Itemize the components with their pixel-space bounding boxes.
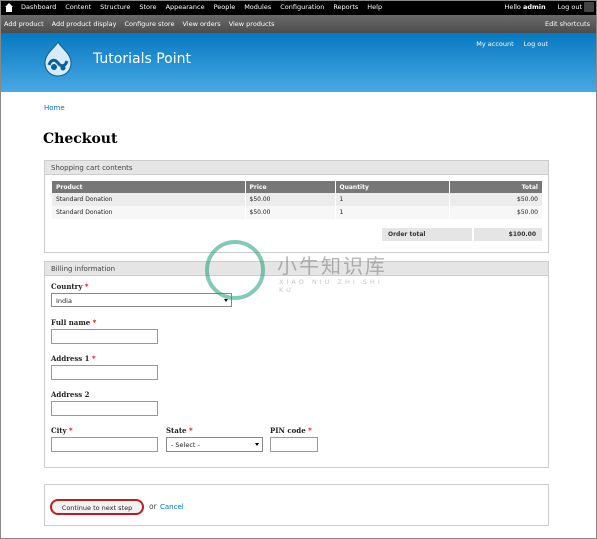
- drupal-logo-icon[interactable]: [43, 41, 73, 77]
- pin-code-label: PIN code *: [270, 426, 312, 435]
- toolbar-item-appearance[interactable]: Appearance: [166, 3, 205, 11]
- required-marker: *: [188, 426, 193, 435]
- required-marker: *: [68, 426, 73, 435]
- shortcuts-menu: Add product Add product display Configur…: [4, 20, 275, 28]
- cart-legend: Shopping cart contents: [45, 161, 548, 175]
- required-marker: *: [84, 282, 89, 291]
- table-row: Standard Donation $50.00 1 $50.00: [52, 193, 543, 206]
- address1-label-text: Address 1: [51, 354, 90, 363]
- full-name-label: Full name *: [51, 318, 96, 327]
- shortcut-view-orders[interactable]: View orders: [182, 20, 220, 28]
- page-title: Checkout: [43, 131, 118, 147]
- greeting: Hello admin: [504, 3, 545, 11]
- country-label-text: Country: [51, 282, 83, 291]
- toolbar-item-structure[interactable]: Structure: [100, 3, 130, 11]
- header-logout-link[interactable]: Log out: [524, 40, 548, 48]
- cart-table: Product Price Quantity Total Standard Do…: [52, 181, 543, 219]
- watermark-text: 小牛知识库: [277, 254, 387, 278]
- city-label-text: City: [51, 426, 67, 435]
- toolbar-item-configuration[interactable]: Configuration: [280, 3, 324, 11]
- required-marker: *: [92, 354, 96, 363]
- shortcuts-bar: Add product Add product display Configur…: [1, 15, 596, 33]
- toolbar-item-reports[interactable]: Reports: [333, 3, 358, 11]
- required-marker: *: [92, 318, 97, 327]
- cancel-link[interactable]: Cancel: [160, 503, 184, 511]
- toolbar-item-store[interactable]: Store: [139, 3, 156, 11]
- toolbar-item-people[interactable]: People: [214, 3, 236, 11]
- order-total: Order total $100.00: [382, 228, 542, 241]
- address2-label: Address 2: [51, 390, 90, 399]
- toolbar-item-content[interactable]: Content: [65, 3, 91, 11]
- greeting-text: Hello: [504, 3, 521, 11]
- country-select-value: India: [56, 297, 72, 305]
- shortcut-configure-store[interactable]: Configure store: [124, 20, 174, 28]
- city-label: City *: [51, 426, 73, 435]
- country-label: Country *: [51, 282, 89, 291]
- site-name[interactable]: Tutorials Point: [93, 51, 191, 67]
- cell-total: $50.00: [449, 193, 543, 206]
- toolbar-item-modules[interactable]: Modules: [244, 3, 271, 11]
- cell-price: $50.00: [245, 193, 336, 206]
- watermark: 小牛知识库 XIAO NIU ZHI SHI KU: [205, 240, 395, 300]
- or-text: or: [149, 502, 157, 511]
- order-total-label: Order total: [382, 228, 472, 241]
- toolbar-logout-link[interactable]: Log out: [558, 3, 582, 11]
- state-select[interactable]: - Select -: [166, 437, 263, 452]
- shortcut-view-products[interactable]: View products: [229, 20, 275, 28]
- order-total-value: $100.00: [474, 228, 542, 241]
- admin-menu: Dashboard Content Structure Store Appear…: [21, 3, 382, 11]
- column-header-total: Total: [449, 181, 543, 193]
- cell-price: $50.00: [245, 206, 336, 219]
- watermark-logo-icon: [205, 240, 265, 300]
- toolbar-user: Hello admin Log out: [504, 3, 582, 11]
- cell-quantity: 1: [335, 206, 450, 219]
- cell-total: $50.00: [449, 206, 543, 219]
- cart-header-row: Product Price Quantity Total: [52, 181, 543, 193]
- edit-shortcuts-link[interactable]: Edit shortcuts: [545, 20, 590, 28]
- cell-product: Standard Donation: [52, 206, 246, 219]
- breadcrumb-home[interactable]: Home: [44, 104, 65, 112]
- admin-toolbar: Dashboard Content Structure Store Appear…: [1, 1, 596, 15]
- address1-label: Address 1 *: [51, 354, 96, 363]
- toolbar-item-dashboard[interactable]: Dashboard: [21, 3, 56, 11]
- state-select-value: - Select -: [171, 441, 200, 449]
- cell-quantity: 1: [335, 193, 450, 206]
- toolbar-toggle-button[interactable]: [584, 2, 594, 12]
- checkout-actions: Continue to next step or Cancel: [44, 484, 549, 526]
- column-header-quantity: Quantity: [335, 181, 450, 193]
- chevron-down-icon: [255, 443, 259, 446]
- column-header-price: Price: [245, 181, 336, 193]
- toolbar-item-help[interactable]: Help: [367, 3, 382, 11]
- user-menu: My account Log out: [476, 40, 548, 48]
- site-header: Tutorials Point My account Log out: [1, 33, 596, 92]
- required-marker: *: [308, 426, 312, 435]
- username[interactable]: admin: [523, 3, 546, 11]
- state-label-text: State: [166, 426, 187, 435]
- address2-field[interactable]: [51, 401, 158, 416]
- watermark-subtext: XIAO NIU ZHI SHI KU: [279, 278, 383, 294]
- column-header-product: Product: [52, 181, 246, 193]
- state-label: State *: [166, 426, 193, 435]
- address1-field[interactable]: [51, 365, 158, 380]
- shortcut-add-product[interactable]: Add product: [4, 20, 44, 28]
- table-row: Standard Donation $50.00 1 $50.00: [52, 206, 543, 219]
- pin-code-label-text: PIN code: [270, 426, 306, 435]
- shortcut-add-product-display[interactable]: Add product display: [52, 20, 117, 28]
- full-name-label-text: Full name: [51, 318, 91, 327]
- continue-button[interactable]: Continue to next step: [50, 499, 144, 515]
- city-field[interactable]: [51, 437, 158, 452]
- home-icon[interactable]: [5, 3, 13, 12]
- full-name-field[interactable]: [51, 329, 158, 344]
- cell-product: Standard Donation: [52, 193, 246, 206]
- my-account-link[interactable]: My account: [476, 40, 513, 48]
- pin-code-field[interactable]: [270, 437, 318, 452]
